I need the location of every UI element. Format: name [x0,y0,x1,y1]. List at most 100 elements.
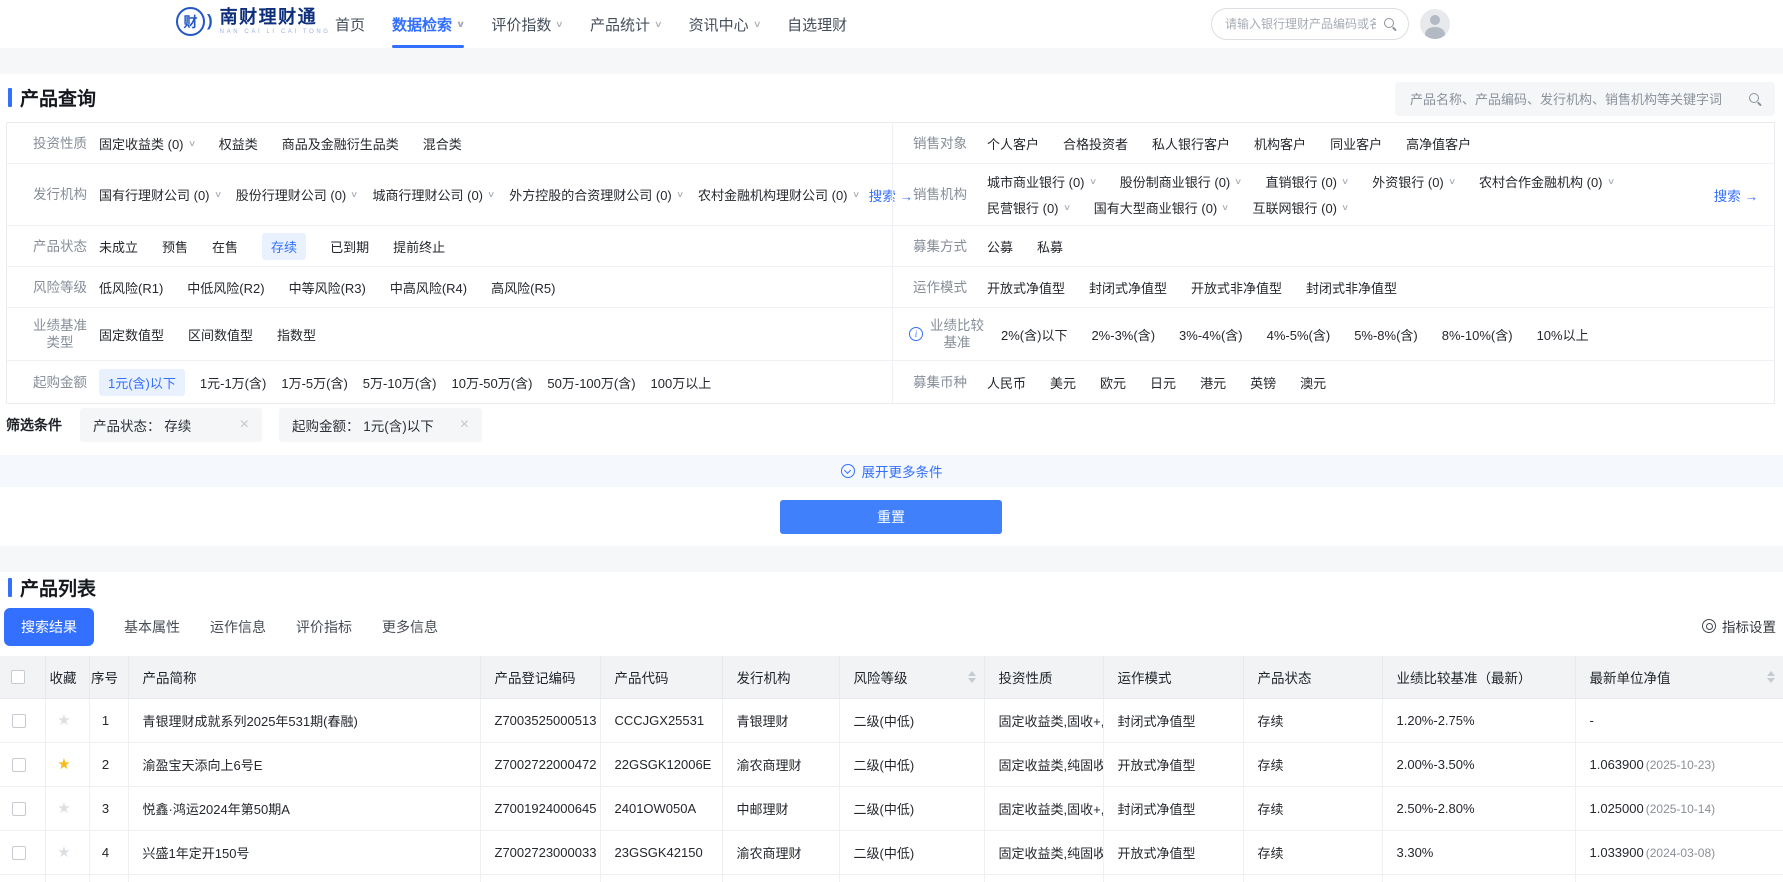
filter-option[interactable]: 外资银行 (0)∨ [1372,172,1455,191]
filter-option[interactable]: 欧元 [1100,373,1126,392]
filter-option[interactable]: 中低风险(R2) [187,278,264,297]
favorite-star-icon[interactable]: ★ [57,712,70,729]
nav-item-4[interactable]: 产品统计∨ [590,0,662,48]
tab-1[interactable]: 搜索结果 [4,608,94,646]
sort-icon[interactable] [968,671,976,683]
filter-option[interactable]: 私人银行客户 [1152,134,1230,153]
filter-option[interactable]: 开放式净值型 [987,278,1065,297]
filter-option[interactable]: 提前终止 [393,237,445,256]
filter-option[interactable]: 低风险(R1) [99,278,163,297]
filter-option[interactable]: 8%-10%(含) [1442,325,1513,344]
filter-option[interactable]: 50万-100万(含) [547,373,635,392]
filter-option[interactable]: 中高风险(R4) [390,278,467,297]
filter-option[interactable]: 港元 [1200,373,1226,392]
nav-item-3[interactable]: 评价指数∨ [491,0,563,48]
nav-item-2[interactable]: 数据检索∨ [392,0,464,48]
filter-option[interactable]: 100万以上 [651,373,712,392]
nav-item-1[interactable]: 首页 [335,0,365,48]
filter-option[interactable]: 同业客户 [1330,134,1382,153]
filter-option[interactable]: 互联网银行 (0)∨ [1253,198,1349,217]
filter-option[interactable]: 股份行理财公司 (0)∨ [236,185,358,204]
filter-option[interactable]: 10万-50万(含) [451,373,532,392]
filter-option[interactable]: 权益类 [219,134,258,153]
expand-more-button[interactable]: 展开更多条件 [0,455,1783,487]
nav-item-6[interactable]: 自选理财 [787,0,847,48]
filter-option[interactable]: 开放式非净值型 [1191,278,1282,297]
close-icon[interactable]: × [460,417,469,433]
row-checkbox[interactable] [12,846,26,860]
filter-option[interactable]: 商品及金融衍生品类 [282,134,399,153]
row-checkbox[interactable] [12,714,26,728]
filter-option[interactable]: 英镑 [1250,373,1276,392]
filter-option[interactable]: 1元-1万(含) [200,373,266,392]
favorite-star-icon[interactable]: ★ [57,756,70,773]
filter-option[interactable]: 日元 [1150,373,1176,392]
filter-option[interactable]: 3%-4%(含) [1179,325,1243,344]
filter-option[interactable]: 2%-3%(含) [1091,325,1155,344]
sale-org-search-link[interactable]: 搜索 → [1704,185,1758,205]
filter-option[interactable]: 指数型 [277,325,316,344]
product-name[interactable]: 渝盈宝天添向上6号E [128,742,480,786]
filter-option[interactable]: 固定数值型 [99,325,164,344]
info-icon[interactable]: i [909,327,923,341]
filter-option[interactable]: 城市商业银行 (0)∨ [987,172,1096,191]
filter-option[interactable]: 个人客户 [987,134,1039,153]
filter-option[interactable]: 5万-10万(含) [363,373,437,392]
filter-option[interactable]: 4%-5%(含) [1267,325,1331,344]
column-header[interactable]: 最新单位净值 [1575,656,1783,698]
column-header[interactable]: 风险等级 [839,656,984,698]
filter-option[interactable]: 私募 [1037,237,1063,256]
filter-option[interactable]: 封闭式非净值型 [1306,278,1397,297]
filter-option[interactable]: 存续 [262,233,306,260]
filter-option[interactable]: 直销银行 (0)∨ [1266,172,1349,191]
filter-option[interactable]: 1万-5万(含) [281,373,347,392]
favorite-star-icon[interactable]: ★ [57,800,70,817]
filter-option[interactable]: 农村合作金融机构 (0)∨ [1479,172,1614,191]
search-icon[interactable] [1383,17,1397,31]
search-icon[interactable] [1748,92,1762,106]
filter-option[interactable]: 国有大型商业银行 (0)∨ [1094,198,1229,217]
logo[interactable]: 财 ) 南财理财通 NAN CAI LI CAI TONG [176,7,331,36]
filter-option[interactable]: 农村金融机构理财公司 (0)∨ [698,185,859,204]
filter-option[interactable]: 预售 [162,237,188,256]
filter-option[interactable]: 股份制商业银行 (0)∨ [1120,172,1242,191]
reset-button[interactable]: 重置 [780,500,1002,534]
filter-tag[interactable]: 产品状态： 存续× [80,408,262,442]
filter-option[interactable]: 人民币 [987,373,1026,392]
filter-option[interactable]: 高净值客户 [1406,134,1471,153]
filter-option[interactable]: 未成立 [99,237,138,256]
filter-option[interactable]: 1元(含)以下 [99,369,185,396]
indicator-settings-button[interactable]: 指标设置 [1702,616,1776,636]
sort-icon[interactable] [1767,671,1775,683]
keyword-search-input[interactable] [1408,91,1740,108]
product-name[interactable]: 悦鑫·鸿运2024年第50期A [128,786,480,830]
filter-option[interactable]: 10%以上 [1537,325,1589,344]
filter-option[interactable]: 机构客户 [1254,134,1306,153]
tab-5[interactable]: 更多信息 [382,617,438,637]
product-name[interactable]: 青银理财成就系列2025年531期(春融) [128,698,480,742]
favorite-star-icon[interactable]: ★ [57,844,70,861]
filter-option[interactable]: 外方控股的合资理财公司 (0)∨ [509,185,683,204]
filter-option[interactable]: 在售 [212,237,238,256]
filter-option[interactable]: 封闭式净值型 [1089,278,1167,297]
filter-option[interactable]: 中等风险(R3) [289,278,366,297]
tab-3[interactable]: 运作信息 [210,617,266,637]
avatar[interactable] [1420,9,1450,39]
select-all-checkbox[interactable] [11,670,25,684]
filter-option[interactable]: 公募 [987,237,1013,256]
tab-2[interactable]: 基本属性 [124,617,180,637]
filter-tag[interactable]: 起购金额： 1元(含)以下× [279,408,482,442]
filter-option[interactable]: 固定收益类 (0)∨ [99,134,195,153]
filter-option[interactable]: 国有行理财公司 (0)∨ [99,185,221,204]
filter-option[interactable]: 合格投资者 [1063,134,1128,153]
filter-option[interactable]: 民营银行 (0)∨ [987,198,1070,217]
filter-option[interactable]: 城商行理财公司 (0)∨ [373,185,495,204]
filter-option[interactable]: 已到期 [330,237,369,256]
filter-option[interactable]: 区间数值型 [188,325,253,344]
nav-item-5[interactable]: 资讯中心∨ [689,0,761,48]
close-icon[interactable]: × [240,417,249,433]
product-name[interactable]: 兴盛1年定开150号 [128,830,480,874]
row-checkbox[interactable] [12,758,26,772]
row-checkbox[interactable] [12,802,26,816]
tab-4[interactable]: 评价指标 [296,617,352,637]
